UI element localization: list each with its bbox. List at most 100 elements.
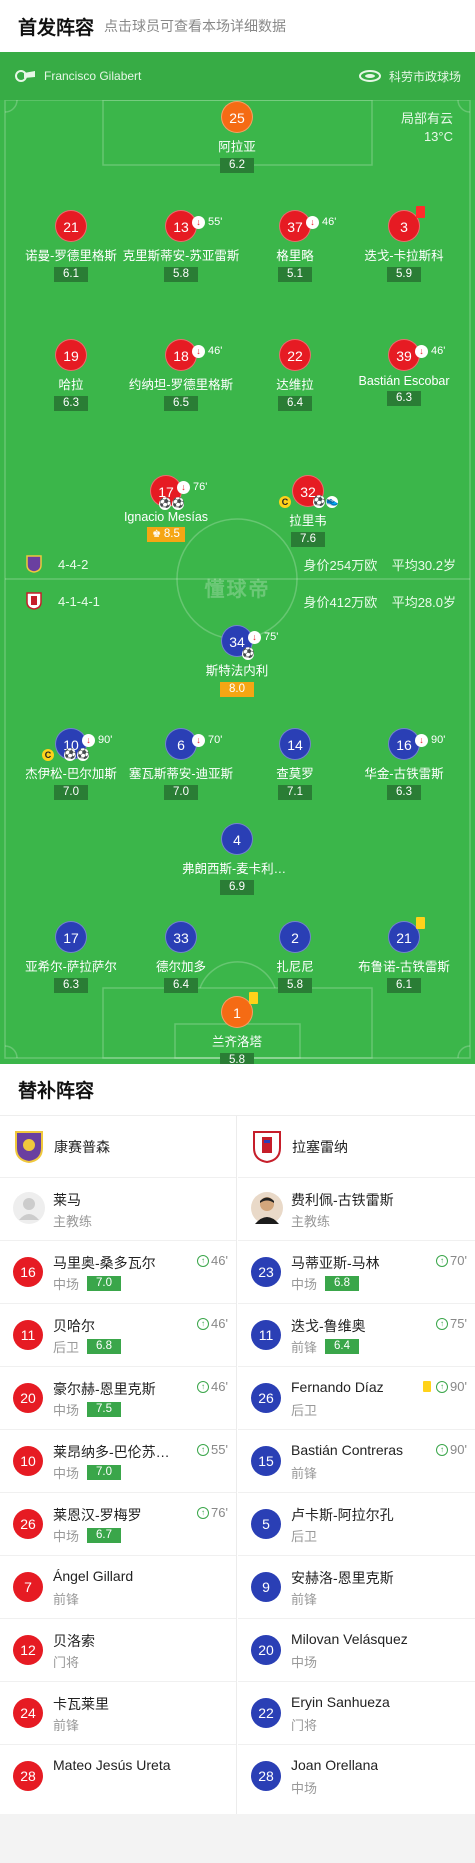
- sub-in-time: ↑ 90': [423, 1379, 467, 1394]
- away-player-34[interactable]: 34 ↓ 75' ⚽ 斯特法内利 8.0: [167, 625, 307, 697]
- player-rating: 7.6: [291, 532, 325, 547]
- home-player-39[interactable]: 39 ↓ 46' Bastián Escobar 6.3: [334, 339, 474, 406]
- sub-player-name: Fernando Díaz: [291, 1379, 384, 1395]
- sub-out-icon: ↓: [248, 630, 261, 644]
- player-rating: 7.0: [54, 785, 88, 800]
- player-number: 16 ↓ 90': [388, 728, 445, 760]
- sub-in-icon: ↑: [436, 1254, 449, 1267]
- sub-in-icon: ↑: [436, 1443, 449, 1456]
- red-card-icon: [416, 206, 425, 218]
- sub-player-row[interactable]: 16 马里奥-桑多瓦尔 中场 7.0 ↑ 46': [0, 1241, 236, 1304]
- substitution-out: ↓ 70': [192, 724, 222, 756]
- sub-player-row[interactable]: 28 Mateo Jesús Ureta: [0, 1745, 236, 1808]
- sub-player-row[interactable]: 26 莱恩汉-罗梅罗 中场 6.7 ↑ 76': [0, 1493, 236, 1556]
- sub-player-row[interactable]: 7 Ángel Gillard 前锋: [0, 1556, 236, 1619]
- sub-out-icon: ↓: [415, 344, 428, 358]
- player-name: 拉里韦: [289, 514, 327, 528]
- sub-player-number: 26: [13, 1509, 43, 1539]
- sub-player-rating: 6.4: [325, 1339, 360, 1354]
- sub-player-row[interactable]: 26 Fernando Díaz 后卫 ↑ 90': [238, 1367, 475, 1430]
- sub-player-info: 中场 7.5: [53, 1400, 122, 1419]
- sub-player-position: 后卫: [291, 1529, 318, 1544]
- player-rating: 6.5: [164, 396, 198, 411]
- weather-temperature: 13°C: [423, 129, 453, 144]
- away-team-row[interactable]: 拉塞雷纳: [238, 1116, 475, 1178]
- sub-out-icon: ↓: [192, 344, 205, 358]
- sub-player-number: 20: [251, 1635, 281, 1665]
- sub-player-number: 12: [13, 1635, 43, 1665]
- home-player-3[interactable]: 3 迭戈-卡拉斯科 5.9: [334, 206, 474, 282]
- sub-player-name: 马蒂亚斯-马林: [291, 1255, 380, 1271]
- coach-role: 主教练: [291, 1214, 331, 1229]
- sub-player-row[interactable]: 11 贝哈尔 后卫 6.8 ↑ 46': [0, 1304, 236, 1367]
- player-name: 迭戈-卡拉斯科: [364, 249, 444, 263]
- sub-player-row[interactable]: 28 Joan Orellana 中场: [238, 1745, 475, 1808]
- subs-title: 替补阵容: [0, 1064, 475, 1116]
- away-player-1[interactable]: 1 兰齐洛塔 5.8: [167, 992, 307, 1064]
- sub-player-row[interactable]: 23 马蒂亚斯-马林 中场 6.8 ↑ 70': [238, 1241, 475, 1304]
- away-player-21[interactable]: 21 布鲁诺-古铁雷斯 6.1: [334, 917, 474, 993]
- player-number: 3: [388, 206, 425, 242]
- home-team-name: 康赛普森: [54, 1138, 110, 1155]
- sub-player-info: 中场 6.8: [291, 1274, 360, 1293]
- sub-player-name: 卢卡斯-阿拉尔孔: [291, 1507, 394, 1523]
- player-rating: 5.8: [220, 1053, 254, 1064]
- home-player-32[interactable]: 32 C ⚽ 👟 拉里韦 7.6: [238, 475, 378, 547]
- home-player-17[interactable]: 17 ↓76' ⚽⚽ Ignacio Mesías 8.5: [96, 475, 236, 542]
- sub-player-row[interactable]: 24 卡瓦莱里 前锋: [0, 1682, 236, 1745]
- sub-player-number: 5: [251, 1509, 281, 1539]
- sub-player-row[interactable]: 12 贝洛索 门将: [0, 1619, 236, 1682]
- sub-player-number: 10: [13, 1446, 43, 1476]
- away-player-16[interactable]: 16 ↓ 90' 华金-古铁雷斯 6.3: [334, 728, 474, 800]
- sub-player-row[interactable]: 9 安赫洛-恩里克斯 前锋: [238, 1556, 475, 1619]
- away-player-4[interactable]: 4 弗朗西斯-麦卡利斯特 6.9: [167, 823, 307, 895]
- sub-player-row[interactable]: 20 豪尔赫-恩里克斯 中场 7.5 ↑ 46': [0, 1367, 236, 1430]
- sub-player-name: 卡瓦莱里: [53, 1696, 109, 1712]
- substitution-out: ↓ 55': [192, 206, 222, 238]
- sub-player-position: 门将: [53, 1655, 80, 1670]
- home-player-25[interactable]: 25 阿拉亚 6.2: [167, 101, 307, 173]
- player-rating: 6.1: [387, 978, 421, 993]
- sub-player-row[interactable]: 22 Eryin Sanhueza 门将: [238, 1682, 475, 1745]
- player-number: 1: [221, 992, 258, 1028]
- sub-in-time: ↑ 46': [197, 1253, 228, 1268]
- player-number: 37 ↓ 46': [279, 210, 336, 242]
- player-rating: 6.3: [387, 785, 421, 800]
- sub-player-row[interactable]: 15 Bastián Contreras 前锋 ↑ 90': [238, 1430, 475, 1493]
- sub-player-name: 迭戈-鲁维奥: [291, 1318, 366, 1334]
- home-team-crest-icon: [15, 1130, 43, 1163]
- sub-player-row[interactable]: 20 Milovan Velásquez 中场: [238, 1619, 475, 1682]
- player-rating: 5.1: [278, 267, 312, 282]
- sub-out-icon: ↓: [192, 215, 205, 229]
- sub-player-row[interactable]: 10 莱昂纳多-巴伦苏埃拉 中场 7.0 ↑ 55': [0, 1430, 236, 1493]
- venue-name: 科劳市政球场: [388, 69, 461, 84]
- away-team-summary: 4-1-4-1 身价412万欧 平均28.0岁: [26, 589, 456, 613]
- player-rating: 6.9: [220, 880, 254, 895]
- home-team-row[interactable]: 康赛普森: [0, 1116, 236, 1178]
- sub-player-row[interactable]: 5 卢卡斯-阿拉尔孔 后卫: [238, 1493, 475, 1556]
- player-number: 14: [279, 728, 311, 760]
- sub-player-row[interactable]: 11 迭戈-鲁维奥 前锋 6.4 ↑ 75': [238, 1304, 475, 1367]
- sub-player-rating: 7.0: [87, 1276, 122, 1291]
- player-events: C: [279, 496, 291, 508]
- player-rating: 7.0: [164, 785, 198, 800]
- player-number: 18 ↓ 46': [165, 339, 222, 371]
- sub-in-icon: ↑: [436, 1317, 449, 1330]
- player-rating: 5.8: [278, 978, 312, 993]
- sub-in-time: ↑ 90': [436, 1442, 467, 1457]
- substitution-out: ↓ 46': [306, 206, 336, 238]
- player-name: Ignacio Mesías: [123, 510, 209, 524]
- sub-in-time: ↑ 70': [436, 1253, 467, 1268]
- away-team-name: 拉塞雷纳: [292, 1138, 348, 1155]
- sub-player-info: 后卫 6.8: [53, 1337, 122, 1356]
- away-coach-row[interactable]: 费利佩-古铁雷斯 主教练: [238, 1178, 475, 1241]
- player-rating: 6.3: [387, 391, 421, 406]
- substitution-out: ↓ 90': [415, 724, 445, 756]
- player-number: 39 ↓ 46': [388, 339, 445, 371]
- page-subtitle: 点击球员可查看本场详细数据: [104, 18, 287, 34]
- home-coach-row[interactable]: 莱马 主教练: [0, 1178, 236, 1241]
- player-number: 2: [279, 921, 311, 953]
- player-number: 10 ↓ 90' C ⚽ ⚽: [42, 728, 112, 761]
- player-rating: 8.0: [220, 682, 254, 697]
- sub-player-info: 中场 7.0: [53, 1463, 122, 1482]
